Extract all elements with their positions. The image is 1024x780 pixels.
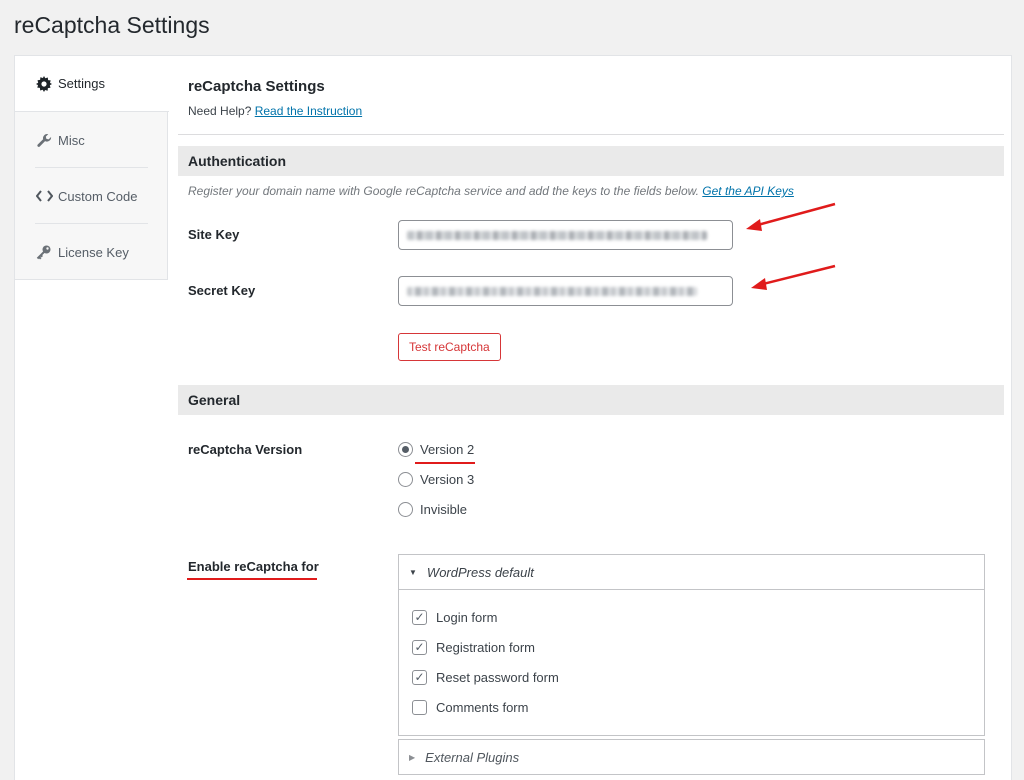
login-form-option[interactable]: ✓ Login form: [412, 602, 984, 632]
help-text: Need Help? Read the Instruction: [188, 104, 362, 118]
checkbox-checked[interactable]: ✓: [412, 669, 427, 685]
reset-password-form-option[interactable]: ✓ Reset password form: [412, 662, 984, 692]
sidebar-item-license-key[interactable]: License Key: [15, 224, 168, 280]
wordpress-default-options: ✓ Login form ✓ Registration form ✓ Reset…: [399, 589, 984, 735]
checkbox-checked[interactable]: ✓: [412, 639, 427, 655]
code-icon: [35, 187, 53, 205]
help-prefix: Need Help?: [188, 104, 252, 118]
radio-button[interactable]: [398, 502, 413, 517]
enable-recaptcha-label: Enable reCaptcha for: [188, 559, 319, 574]
caret-down-icon: ▼: [409, 567, 417, 577]
site-key-input[interactable]: [398, 220, 733, 250]
wordpress-default-accordion: ▼ WordPress default ✓ Login form ✓ Regis…: [398, 554, 985, 736]
settings-panel: Settings Misc Custom Code License Key re…: [14, 55, 1012, 780]
divider: [178, 134, 1004, 135]
annotation-arrow-site-key: [746, 202, 836, 231]
sidebar-item-label: Settings: [58, 76, 105, 91]
registration-form-option[interactable]: ✓ Registration form: [412, 632, 984, 662]
radio-button[interactable]: [398, 442, 413, 457]
api-keys-link[interactable]: Get the API Keys: [702, 184, 794, 198]
wrench-icon: [35, 131, 53, 149]
secret-key-label: Secret Key: [188, 283, 256, 298]
sidebar-item-label: Custom Code: [58, 188, 138, 204]
sidebar-item-label: License Key: [58, 244, 129, 260]
checkbox-label: Comments form: [436, 699, 529, 715]
checkbox-unchecked[interactable]: [412, 699, 427, 715]
radio-button[interactable]: [398, 472, 413, 487]
general-heading: General: [178, 385, 1004, 415]
checkbox-label: Reset password form: [436, 669, 559, 685]
gear-icon: [35, 75, 53, 93]
auth-description: Register your domain name with Google re…: [188, 184, 794, 198]
page-title: reCaptcha Settings: [14, 12, 210, 38]
annotation-arrow-secret-key: [751, 264, 836, 290]
checkbox-label: Registration form: [436, 639, 535, 655]
obscured-secret-key: [407, 286, 697, 296]
obscured-site-key: [407, 230, 707, 240]
external-plugins-accordion: ▶ External Plugins: [398, 739, 985, 775]
radio-label: Version 2: [420, 442, 475, 457]
radio-label: Version 3: [420, 472, 475, 487]
sidebar-item-settings[interactable]: Settings: [15, 56, 169, 112]
radio-label: Invisible: [420, 502, 467, 517]
annotation-underline: [187, 578, 317, 580]
caret-right-icon: ▶: [409, 752, 416, 762]
sidebar-item-misc[interactable]: Misc: [15, 112, 168, 168]
wordpress-default-header[interactable]: ▼ WordPress default: [399, 555, 984, 589]
radio-version-3[interactable]: Version 3: [398, 472, 474, 487]
radio-invisible[interactable]: Invisible: [398, 502, 467, 517]
checkbox-checked[interactable]: ✓: [412, 609, 427, 625]
authentication-heading: Authentication: [178, 146, 1004, 176]
annotation-underline: [415, 462, 475, 464]
auth-description-text: Register your domain name with Google re…: [188, 184, 699, 198]
test-recaptcha-button[interactable]: Test reCaptcha: [398, 333, 501, 361]
instruction-link[interactable]: Read the Instruction: [255, 104, 362, 118]
accordion-title: External Plugins: [425, 749, 520, 765]
sidebar-item-label: Misc: [58, 132, 85, 148]
comments-form-option[interactable]: Comments form: [412, 692, 984, 722]
sidebar-nav: Settings Misc Custom Code License Key: [15, 56, 169, 280]
site-key-label: Site Key: [188, 227, 240, 242]
recaptcha-version-label: reCaptcha Version: [188, 442, 303, 457]
key-icon: [35, 243, 53, 261]
external-plugins-header[interactable]: ▶ External Plugins: [399, 740, 984, 774]
secret-key-input[interactable]: [398, 276, 733, 306]
radio-version-2[interactable]: Version 2: [398, 442, 474, 457]
section-title: reCaptcha Settings: [188, 78, 325, 95]
accordion-title: WordPress default: [426, 564, 534, 580]
sidebar-item-custom-code[interactable]: Custom Code: [15, 168, 168, 224]
checkbox-label: Login form: [436, 609, 498, 625]
